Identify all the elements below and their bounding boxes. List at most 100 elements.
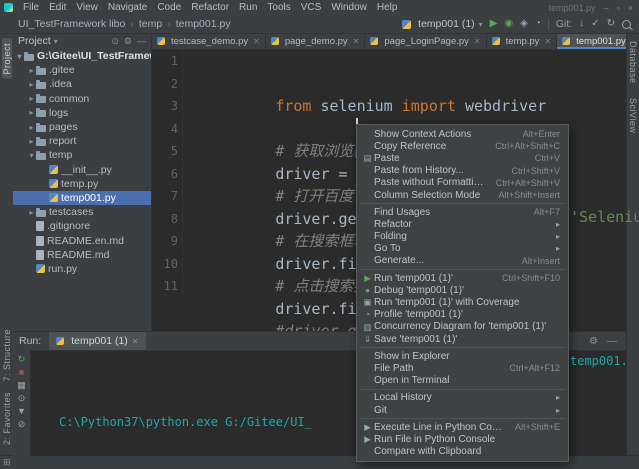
expand-chevron-icon[interactable] bbox=[27, 94, 36, 103]
expand-chevron-icon[interactable] bbox=[27, 123, 36, 132]
context-menu-item[interactable]: Column Selection Mode Alt+Shift+Insert bbox=[357, 189, 568, 201]
menu-item[interactable]: View bbox=[71, 2, 103, 13]
menu-item[interactable]: Code bbox=[152, 2, 186, 13]
tool-stripe-structure[interactable]: 7: Structure bbox=[2, 329, 12, 382]
expand-chevron-icon[interactable] bbox=[27, 80, 36, 89]
line-number[interactable]: 4 bbox=[152, 118, 183, 141]
expand-chevron-icon[interactable] bbox=[15, 52, 24, 61]
tree-row[interactable]: .gitignore bbox=[13, 219, 151, 233]
tree-row[interactable]: .idea bbox=[13, 77, 151, 91]
rerun-button[interactable]: ↻ bbox=[18, 355, 26, 364]
stop-button[interactable]: ■ bbox=[19, 368, 24, 377]
tree-row[interactable]: temp bbox=[13, 148, 151, 162]
tree-row[interactable]: temp.py bbox=[13, 177, 151, 191]
tree-row[interactable]: G:\Gitee\UI_TestFramework bbox=[13, 49, 151, 63]
tool-stripe-sciview[interactable]: SciView bbox=[628, 98, 638, 133]
expand-chevron-icon[interactable] bbox=[27, 208, 36, 217]
tab-close-icon[interactable]: ✕ bbox=[132, 337, 139, 346]
run-config-selector[interactable]: temp001 (1) ▾ bbox=[402, 18, 483, 30]
editor-tab[interactable]: testcase_demo.py ✕ bbox=[152, 33, 266, 49]
context-menu-item[interactable]: Refactor bbox=[357, 218, 568, 230]
menu-item[interactable]: Refactor bbox=[186, 2, 234, 13]
line-number[interactable]: 5 bbox=[152, 140, 183, 163]
context-menu-item[interactable]: Copy Reference Ctrl+Alt+Shift+C bbox=[357, 140, 568, 152]
context-menu-item[interactable]: File Path Ctrl+Alt+F12 bbox=[357, 362, 568, 374]
menu-item[interactable]: Run bbox=[234, 2, 262, 13]
context-menu-item[interactable]: Folding bbox=[357, 231, 568, 243]
search-everywhere-icon[interactable] bbox=[622, 20, 631, 29]
line-number[interactable]: 10 bbox=[152, 253, 183, 276]
context-menu-item[interactable]: Paste from History... Ctrl+Shift+V bbox=[357, 165, 568, 177]
context-menu-item[interactable]: Compare with Clipboard bbox=[357, 446, 568, 458]
minimize-button[interactable]: – bbox=[604, 3, 609, 13]
editor-tab[interactable]: page_demo.py ✕ bbox=[266, 33, 366, 49]
tree-row[interactable]: README.en.md bbox=[13, 233, 151, 247]
expand-chevron-icon[interactable] bbox=[27, 66, 36, 75]
restore-layout-button[interactable]: ▦ bbox=[17, 381, 26, 390]
context-menu-item[interactable]: Find Usages Alt+F7 bbox=[357, 206, 568, 218]
context-menu-item[interactable]: Paste Ctrl+V bbox=[357, 152, 568, 164]
context-menu-item[interactable]: Generate... Alt+Insert bbox=[357, 255, 568, 267]
line-number[interactable]: 11 bbox=[152, 275, 183, 298]
context-menu-item[interactable]: Run 'temp001 (1)' Ctrl+Shift+F10 bbox=[357, 272, 568, 284]
menu-item[interactable]: Edit bbox=[44, 2, 71, 13]
expand-chevron-icon[interactable] bbox=[27, 151, 36, 160]
menu-item[interactable]: Navigate bbox=[103, 2, 152, 13]
hide-panel-icon[interactable]: — bbox=[607, 336, 617, 347]
context-menu-item[interactable]: Show in Explorer bbox=[357, 350, 568, 362]
tool-window-switcher-icon[interactable]: ⊞ bbox=[3, 457, 11, 468]
context-menu-item[interactable]: Debug 'temp001 (1)' bbox=[357, 284, 568, 296]
context-menu-item[interactable]: Concurrency Diagram for 'temp001 (1)' bbox=[357, 321, 568, 333]
menu-item[interactable]: File bbox=[18, 2, 44, 13]
line-number[interactable]: 8 bbox=[152, 208, 183, 231]
tool-stripe-project[interactable]: Project bbox=[2, 39, 12, 79]
context-menu-item[interactable]: Save 'temp001 (1)' bbox=[357, 333, 568, 345]
expand-chevron-icon[interactable] bbox=[27, 108, 36, 117]
menu-item[interactable]: Tools bbox=[262, 2, 295, 13]
context-menu-item[interactable]: Go To bbox=[357, 243, 568, 255]
debug-button[interactable]: ◉ bbox=[504, 19, 513, 29]
run-button[interactable]: ▶ bbox=[490, 19, 498, 29]
context-menu-item[interactable]: Local History bbox=[357, 392, 568, 404]
context-menu-item[interactable]: Git bbox=[357, 404, 568, 416]
scroll-to-end-button[interactable]: ▼ bbox=[17, 407, 26, 416]
tree-row[interactable]: logs bbox=[13, 106, 151, 120]
menu-item[interactable]: Help bbox=[372, 2, 403, 13]
tree-row[interactable]: common bbox=[13, 92, 151, 106]
line-number[interactable]: 3 bbox=[152, 95, 183, 118]
breadcrumb-item[interactable]: temp001.py bbox=[176, 18, 231, 30]
close-button[interactable]: × bbox=[628, 3, 633, 13]
line-number[interactable]: 6 bbox=[152, 163, 183, 186]
git-commit-button[interactable]: ✓ bbox=[591, 19, 599, 29]
editor-tab[interactable]: temp.py ✕ bbox=[487, 33, 558, 49]
breadcrumb-item[interactable]: temp bbox=[139, 18, 176, 30]
breadcrumb-item[interactable]: UI_TestFramework libo bbox=[18, 18, 139, 30]
tab-close-icon[interactable]: ✕ bbox=[353, 37, 360, 46]
line-number[interactable]: 9 bbox=[152, 230, 183, 253]
line-number[interactable]: 7 bbox=[152, 185, 183, 208]
context-menu-item[interactable]: Profile 'temp001 (1)' bbox=[357, 309, 568, 321]
context-menu-item[interactable]: Paste without Formatting Ctrl+Alt+Shift+… bbox=[357, 177, 568, 189]
menu-item[interactable]: VCS bbox=[296, 2, 327, 13]
context-menu-item[interactable]: Show Context Actions Alt+Enter bbox=[357, 128, 568, 140]
tool-stripe-favorites[interactable]: 2: Favorites bbox=[2, 392, 12, 445]
maximize-button[interactable]: ▫ bbox=[617, 3, 620, 13]
gear-icon[interactable]: ⚙ bbox=[124, 36, 132, 47]
pin-button[interactable]: ⊙ bbox=[18, 394, 26, 403]
gear-icon[interactable]: ⚙ bbox=[589, 336, 598, 347]
run-tab[interactable]: temp001 (1) ✕ bbox=[49, 332, 145, 350]
tree-row[interactable]: temp001.py bbox=[13, 191, 151, 205]
tree-row[interactable]: report bbox=[13, 134, 151, 148]
git-rollback-button[interactable]: ↻ bbox=[607, 19, 615, 29]
context-menu-item[interactable]: Execute Line in Python Console Alt+Shift… bbox=[357, 421, 568, 433]
locate-file-icon[interactable]: ⊙ bbox=[111, 36, 119, 47]
git-update-button[interactable]: ↓ bbox=[579, 19, 584, 29]
tree-row[interactable]: run.py bbox=[13, 262, 151, 276]
coverage-button[interactable]: ◈ bbox=[520, 19, 528, 29]
profiler-button[interactable]: ◔ bbox=[535, 19, 541, 29]
chevron-down-icon[interactable]: ▾ bbox=[54, 37, 58, 46]
context-menu-item[interactable]: Open in Terminal bbox=[357, 375, 568, 387]
context-menu-item[interactable]: Run 'temp001 (1)' with Coverage bbox=[357, 296, 568, 308]
line-number[interactable]: 2 bbox=[152, 73, 183, 96]
tree-row[interactable]: testcases bbox=[13, 205, 151, 219]
